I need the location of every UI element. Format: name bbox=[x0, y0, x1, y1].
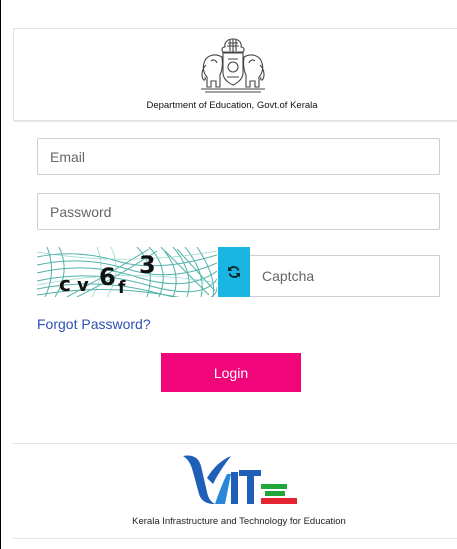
kerala-emblem-icon bbox=[201, 38, 265, 93]
refresh-icon bbox=[228, 266, 240, 278]
captcha-image: c v 6 f 3 bbox=[37, 247, 217, 297]
top-strip bbox=[1, 0, 457, 14]
svg-text:v: v bbox=[77, 275, 89, 296]
captcha-refresh-button[interactable] bbox=[218, 247, 250, 297]
svg-text:f: f bbox=[118, 278, 126, 297]
login-button[interactable]: Login bbox=[161, 353, 301, 392]
captcha-noise: c v 6 f 3 bbox=[37, 247, 217, 297]
captcha-input[interactable] bbox=[250, 255, 440, 297]
svg-text:3: 3 bbox=[139, 251, 156, 279]
footer-tagline: Kerala Infrastructure and Technology for… bbox=[132, 516, 346, 527]
svg-text:6: 6 bbox=[99, 263, 116, 291]
svg-text:c: c bbox=[59, 272, 71, 296]
password-field[interactable] bbox=[37, 193, 440, 230]
forgot-password-link[interactable]: Forgot Password? bbox=[37, 316, 151, 332]
kite-logo-icon bbox=[183, 455, 297, 504]
footer-bottom-divider bbox=[13, 538, 457, 539]
department-label: Department of Education, Govt.of Kerala bbox=[146, 100, 318, 111]
email-field[interactable] bbox=[37, 138, 440, 175]
footer-divider bbox=[13, 443, 457, 444]
header-divider bbox=[13, 121, 457, 122]
page-frame: Department of Education, Govt.of Kerala bbox=[0, 0, 457, 549]
header-card: Department of Education, Govt.of Kerala bbox=[13, 28, 457, 121]
